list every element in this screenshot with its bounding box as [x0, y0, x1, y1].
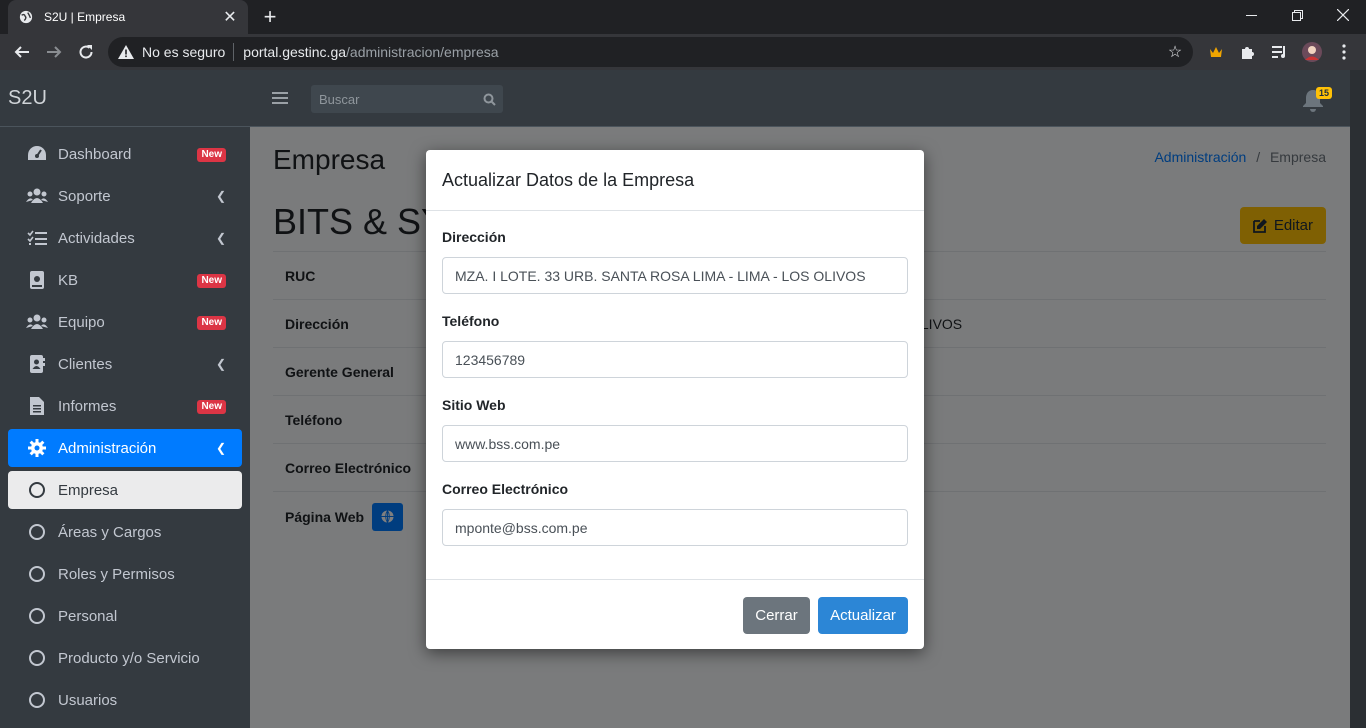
correo-label: Correo Electrónico [442, 481, 569, 497]
sitio-web-field[interactable] [442, 425, 908, 462]
modal-footer: Cerrar Actualizar [426, 579, 924, 649]
media-queue-icon[interactable] [1270, 42, 1290, 62]
form-group-correo: Correo Electrónico [442, 481, 908, 546]
modal-title: Actualizar Datos de la Empresa [426, 150, 924, 211]
profile-avatar[interactable] [1302, 42, 1322, 62]
url-host: portal.gestinc.ga [243, 44, 347, 60]
browser-menu-icon[interactable] [1334, 42, 1354, 62]
back-icon[interactable] [8, 38, 36, 66]
restore-icon[interactable] [1274, 0, 1320, 30]
update-button[interactable]: Actualizar [818, 597, 908, 634]
security-label: No es seguro [142, 44, 226, 60]
sitio-web-label: Sitio Web [442, 397, 506, 413]
direccion-field[interactable] [442, 257, 908, 294]
sidebar-backdrop-spacer [0, 70, 250, 728]
close-button[interactable]: Cerrar [743, 597, 810, 634]
globe-icon [18, 9, 34, 25]
close-tab-icon[interactable]: ✕ [222, 9, 238, 26]
bookmark-star-icon[interactable]: ☆ [1165, 42, 1185, 62]
update-company-modal: Actualizar Datos de la Empresa Dirección… [426, 150, 924, 649]
form-group-sitio-web: Sitio Web [442, 397, 908, 462]
telefono-label: Teléfono [442, 313, 500, 329]
notifications-bell-icon[interactable]: 15 [1302, 87, 1333, 114]
search-box [311, 85, 503, 113]
url-path: /administracion/empresa [346, 44, 499, 60]
crown-extension-icon[interactable] [1206, 42, 1226, 62]
modal-body: Dirección Teléfono Sitio Web Correo Elec… [426, 211, 924, 579]
minimize-icon[interactable] [1228, 0, 1274, 30]
browser-tab-bar: S2U | Empresa ✕ + [0, 0, 1366, 34]
reload-icon[interactable] [72, 38, 100, 66]
divider [233, 43, 235, 61]
warning-icon [118, 45, 136, 59]
search-input[interactable] [319, 91, 469, 107]
tab-title: S2U | Empresa [44, 10, 126, 24]
form-group-direccion: Dirección [442, 229, 908, 294]
address-bar[interactable]: No es seguro portal.gestinc.ga/administr… [108, 37, 1193, 67]
new-tab-icon[interactable]: + [258, 4, 282, 29]
correo-field[interactable] [442, 509, 908, 546]
telefono-field[interactable] [442, 341, 908, 378]
notification-count-badge: 15 [1316, 87, 1333, 99]
search-icon[interactable] [481, 91, 497, 107]
browser-tab[interactable]: S2U | Empresa ✕ [8, 0, 248, 34]
direccion-label: Dirección [442, 229, 506, 245]
top-navbar: 15 [250, 70, 1350, 127]
puzzle-extension-icon[interactable] [1238, 42, 1258, 62]
page-scrollbar[interactable] [1350, 70, 1366, 728]
forward-icon[interactable] [40, 38, 68, 66]
menu-toggle-icon[interactable] [272, 90, 288, 106]
browser-toolbar: No es seguro portal.gestinc.ga/administr… [0, 34, 1366, 70]
close-window-icon[interactable] [1320, 0, 1366, 30]
form-group-telefono: Teléfono [442, 313, 908, 378]
